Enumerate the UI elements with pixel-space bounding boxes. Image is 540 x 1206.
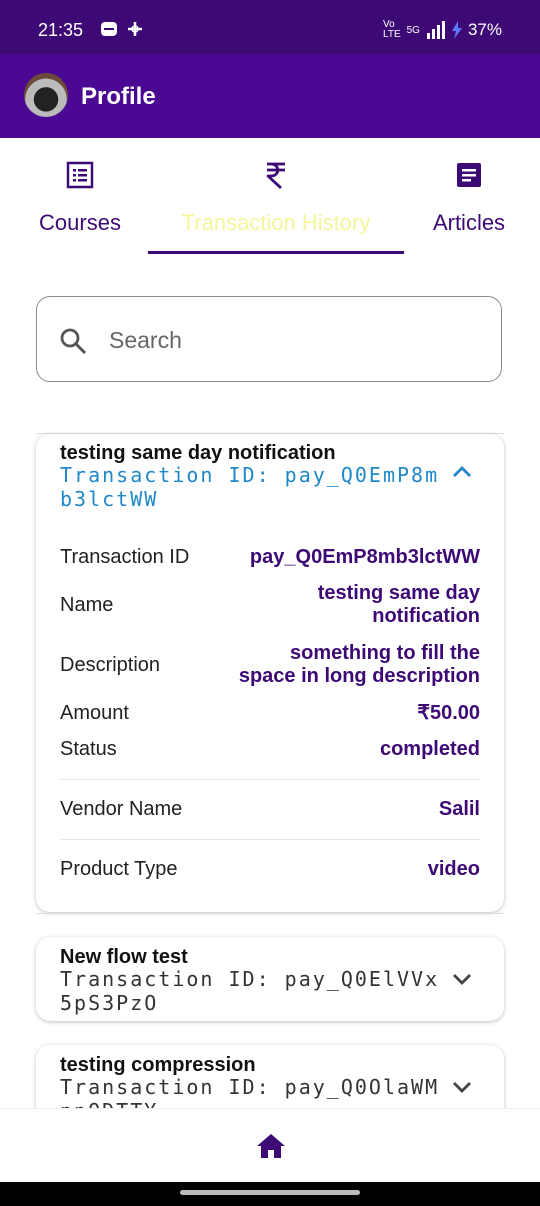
transaction-card-expanded[interactable]: testing same day notification Transactio…: [36, 434, 504, 912]
detail-row-description: Description something to fill the space …: [60, 642, 480, 690]
search-icon: [59, 327, 87, 360]
gesture-handle[interactable]: [180, 1190, 360, 1195]
chevron-down-icon[interactable]: [452, 973, 472, 992]
divider: [36, 913, 504, 914]
app-bar: Profile: [0, 54, 540, 138]
home-icon[interactable]: [256, 1133, 286, 1164]
detail-row-amount: Amount ₹50.00: [60, 702, 480, 728]
transaction-title: testing compression: [60, 1054, 256, 1076]
detail-label: Transaction ID: [60, 546, 190, 568]
detail-value: completed: [379, 738, 480, 760]
detail-label: Amount: [60, 702, 129, 724]
detail-value: ₹50.00: [417, 702, 480, 724]
transaction-title: New flow test: [60, 946, 188, 968]
detail-label: Status: [60, 738, 117, 760]
tab-articles[interactable]: Articles: [414, 138, 524, 258]
charging-icon: [451, 21, 462, 39]
slack-icon: [128, 22, 142, 36]
rupee-icon: [261, 160, 291, 190]
list-icon: [65, 160, 95, 190]
transaction-title: testing same day notification: [60, 442, 336, 464]
signal-icon: [426, 21, 445, 39]
detail-label: Description: [60, 654, 161, 676]
status-bar: 21:35 Vo LTE 5G 37%: [0, 0, 540, 54]
search-input[interactable]: [107, 321, 481, 359]
tab-bar: Courses Transaction History Articles: [0, 138, 540, 258]
page-title: Profile: [81, 83, 156, 110]
chevron-down-icon[interactable]: [452, 1081, 472, 1100]
battery-percent: 37%: [467, 20, 502, 39]
active-tab-indicator: [148, 251, 404, 254]
status-time: 21:35: [38, 20, 84, 40]
detail-row-vendor: Vendor Name Salil: [60, 798, 480, 824]
chevron-up-icon[interactable]: [452, 464, 472, 483]
tab-courses[interactable]: Courses: [20, 138, 140, 258]
detail-value: testing same day notification: [317, 582, 480, 627]
tab-articles-label: Articles: [432, 210, 506, 235]
transaction-subtitle: Transaction ID: pay_Q0ElVVx5pS3PzO: [60, 967, 440, 1015]
detail-label: Vendor Name: [60, 798, 183, 820]
status-right: Vo LTE 5G 37%: [383, 20, 502, 40]
tab-transaction-history-label: Transaction History: [181, 210, 371, 235]
search-box[interactable]: [36, 296, 502, 382]
volte-icon: Vo LTE: [383, 19, 401, 40]
detail-value: Salil: [438, 798, 480, 820]
detail-value: something to fill the space in long desc…: [238, 642, 480, 687]
app-notification-icon: [101, 22, 117, 36]
transaction-subtitle: Transaction ID: pay_Q0EmP8mb3lctWW: [60, 463, 440, 511]
detail-value: pay_Q0EmP8mb3lctWW: [249, 546, 480, 568]
tab-transaction-history[interactable]: Transaction History: [148, 138, 404, 258]
divider: [60, 779, 480, 780]
notification-icons: [100, 20, 144, 38]
article-icon: [454, 160, 484, 190]
tab-courses-label: Courses: [39, 210, 121, 235]
detail-label: Name: [60, 594, 114, 616]
detail-row-product-type: Product Type video: [60, 858, 480, 884]
detail-value: video: [427, 858, 480, 880]
avatar[interactable]: [24, 73, 68, 117]
detail-row-name: Name testing same day notification: [60, 582, 480, 630]
divider: [60, 839, 480, 840]
detail-row-status: Status completed: [60, 738, 480, 764]
transaction-card[interactable]: New flow test Transaction ID: pay_Q0ElVV…: [36, 937, 504, 1021]
gesture-bar-area: [0, 1182, 540, 1206]
detail-row-transaction-id: Transaction ID pay_Q0EmP8mb3lctWW: [60, 546, 480, 572]
network-label: 5G: [406, 24, 420, 36]
bottom-navigation: [0, 1108, 540, 1183]
detail-label: Product Type: [60, 858, 178, 880]
